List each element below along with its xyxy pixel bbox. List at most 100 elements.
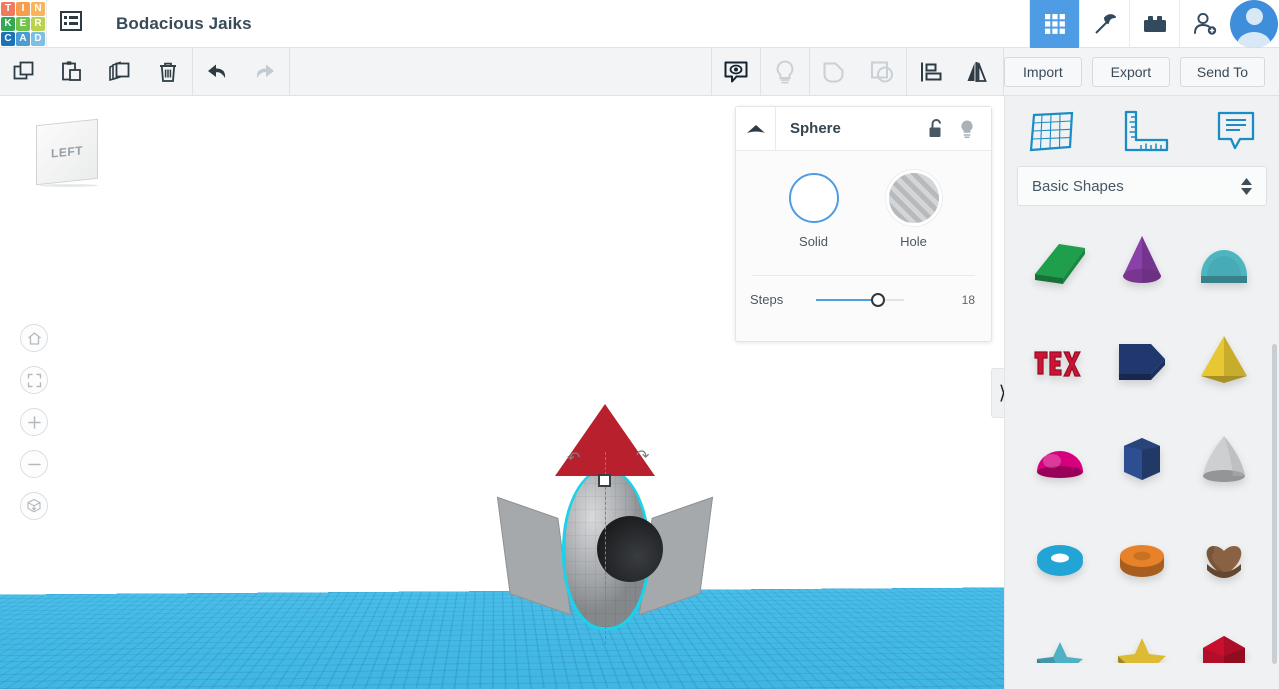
half-sphere-shape[interactable] — [1019, 418, 1101, 500]
file-actions: Import Export Send To — [1003, 56, 1279, 87]
gallery-grid-icon[interactable] — [1029, 0, 1079, 48]
properties-header: Sphere — [736, 106, 991, 151]
tinkercad-logo[interactable]: TIN KER CAD — [0, 1, 46, 47]
send-to-button[interactable]: Send To — [1179, 56, 1265, 87]
cone-shape[interactable] — [1101, 218, 1183, 300]
properties-header-icons — [928, 118, 991, 139]
zoom-in-icon[interactable] — [20, 408, 48, 436]
view-cube[interactable]: LEFT — [36, 118, 98, 187]
clipboard-tools — [0, 48, 192, 96]
hole-swatch-icon — [888, 173, 939, 223]
rotate-handle-top[interactable] — [598, 474, 611, 487]
workplane-grid[interactable] — [0, 587, 1004, 689]
solid-swatch-icon — [788, 173, 839, 223]
shape-category-label: Basic Shapes — [1032, 177, 1124, 195]
logo-tile-k: K — [1, 16, 15, 31]
rocket-model[interactable]: ↶ ↷ — [496, 404, 714, 686]
wedge-roof-shape[interactable] — [1019, 218, 1101, 300]
properties-title: Sphere — [790, 120, 841, 137]
half-cylinder-shape[interactable] — [1183, 218, 1265, 300]
lightbulb-icon[interactable] — [761, 48, 809, 96]
unlock-icon[interactable] — [928, 118, 945, 139]
logo-tile-i: I — [16, 1, 30, 16]
ungroup-icon[interactable] — [858, 48, 906, 96]
shape-gallery — [1005, 218, 1279, 663]
paraboloid-shape[interactable] — [1183, 418, 1265, 500]
zoom-out-icon[interactable] — [20, 450, 48, 478]
shape-mode-selector: Solid Hole — [736, 151, 991, 249]
slider-knob[interactable] — [871, 292, 885, 307]
pyramid-shape[interactable] — [1183, 318, 1265, 400]
solid-label: Solid — [799, 234, 828, 249]
workplane-grid-icon[interactable] — [1027, 109, 1077, 154]
hole-mode-option[interactable]: Hole — [888, 173, 939, 249]
view-tools — [712, 47, 1003, 96]
mirror-flip-icon[interactable] — [955, 48, 1003, 96]
logo-tile-n: N — [31, 1, 45, 16]
polyhedron-shape[interactable] — [1183, 618, 1265, 663]
notes-callout-icon[interactable] — [1215, 109, 1257, 154]
hole-label: Hole — [900, 234, 927, 249]
hexagonal-prism-shape[interactable] — [1101, 418, 1183, 500]
navigation-controls — [20, 324, 48, 520]
shape-category-select[interactable]: Basic Shapes — [1017, 166, 1267, 206]
delete-trash-icon[interactable] — [144, 48, 192, 96]
perspective-toggle-icon[interactable] — [20, 492, 48, 520]
star-3d-shape[interactable] — [1101, 618, 1183, 663]
rotation-arrow-icon[interactable]: ↷ — [636, 446, 649, 466]
project-menu-button[interactable] — [46, 0, 94, 48]
torus-shape[interactable] — [1019, 518, 1101, 600]
polygon-arrow-shape[interactable] — [1101, 318, 1183, 400]
chevron-updown-icon — [1241, 177, 1252, 195]
steps-control: Steps 18 — [736, 276, 991, 307]
rocket-fin-left[interactable] — [496, 496, 572, 616]
steps-slider[interactable] — [816, 292, 904, 307]
sidebar-scrollbar[interactable] — [1272, 344, 1277, 664]
view-cube-shadow — [40, 184, 98, 187]
logo-tile-a: A — [16, 31, 30, 46]
rocket-porthole-hole[interactable] — [597, 516, 663, 582]
home-view-icon[interactable] — [20, 324, 48, 352]
show-hide-eye-icon[interactable] — [712, 48, 760, 96]
fit-to-view-icon[interactable] — [20, 366, 48, 394]
paste-icon[interactable] — [48, 48, 96, 96]
shapes-sidebar: Basic Shapes — [1004, 96, 1279, 689]
tube-ring-shape[interactable] — [1101, 518, 1183, 600]
edit-toolbar: Import Export Send To — [0, 47, 1279, 96]
rotation-arrow-icon[interactable]: ↶ — [567, 448, 580, 468]
avatar-image — [1230, 0, 1278, 48]
align-icon[interactable] — [907, 48, 955, 96]
flat-star-shape[interactable] — [1019, 618, 1101, 663]
page-title: Bodacious Jaiks — [116, 13, 252, 33]
lightbulb-icon[interactable] — [959, 119, 975, 139]
heart-shape[interactable] — [1183, 518, 1265, 600]
duplicate-icon[interactable] — [96, 48, 144, 96]
logo-tile-c: C — [1, 31, 15, 46]
ruler-icon[interactable] — [1122, 109, 1170, 154]
tinkercad-app: TIN KER CAD Bodacious Jaiks Import Export … — [0, 0, 1279, 689]
history-tools — [193, 48, 289, 96]
logo-tile-d: D — [31, 31, 45, 46]
redo-icon[interactable] — [241, 48, 289, 96]
lego-brick-icon[interactable] — [1129, 0, 1179, 48]
add-person-icon[interactable] — [1179, 0, 1229, 48]
shape-properties-panel: Sphere Solid Hole Steps 18 — [735, 106, 992, 342]
text-shape[interactable] — [1019, 318, 1101, 400]
export-button[interactable]: Export — [1091, 56, 1170, 87]
undo-icon[interactable] — [193, 48, 241, 96]
copy-icon[interactable] — [0, 48, 48, 96]
sidebar-tools — [1005, 96, 1279, 166]
pickaxe-minecraft-icon[interactable] — [1079, 0, 1129, 48]
caret-up-icon[interactable] — [736, 106, 776, 151]
avatar[interactable] — [1229, 0, 1279, 48]
steps-label: Steps — [750, 292, 784, 307]
group-icon[interactable] — [810, 48, 858, 96]
logo-tile-r: R — [31, 16, 45, 31]
list-grid-icon — [59, 11, 82, 36]
import-button[interactable]: Import — [1003, 56, 1082, 87]
solid-mode-option[interactable]: Solid — [788, 173, 839, 249]
logo-tile-t: T — [1, 1, 15, 16]
logo-tile-e: E — [16, 16, 30, 31]
slider-fill — [816, 298, 878, 301]
